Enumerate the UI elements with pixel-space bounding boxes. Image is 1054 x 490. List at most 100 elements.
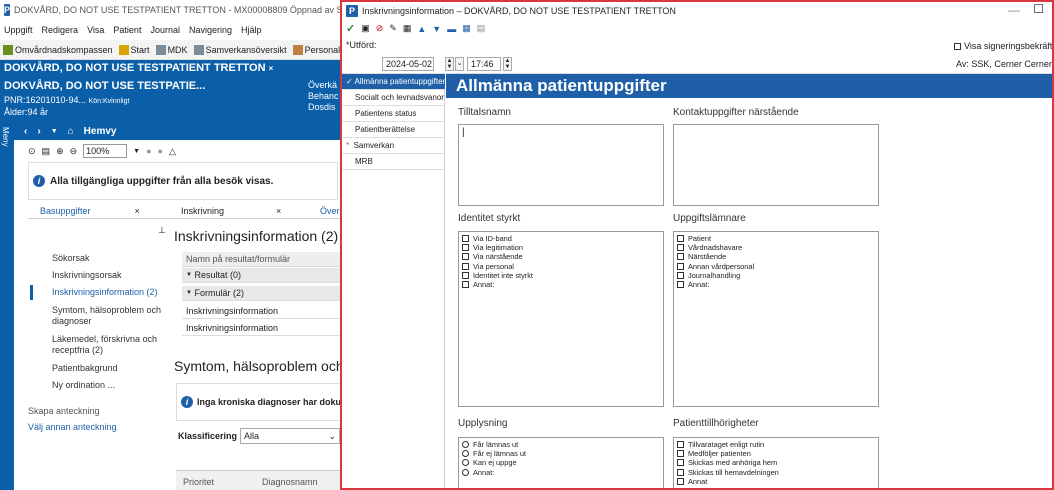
tab-basuppgifter[interactable]: Basuppgifter × <box>40 203 140 219</box>
left-nav-item[interactable]: Patientbakgrund <box>52 363 172 374</box>
checkbox[interactable] <box>677 235 684 243</box>
side-nav-item[interactable]: MRB <box>342 154 445 170</box>
arrow-down-icon[interactable]: ▼ <box>432 24 441 34</box>
home-icon[interactable]: ⌂ <box>68 126 74 137</box>
side-nav-item[interactable]: Patientens status <box>342 106 445 122</box>
menu-navigering[interactable]: Navigering <box>189 25 232 35</box>
calendar-dropdown[interactable]: ⌄ <box>455 57 464 71</box>
left-nav-item[interactable]: Skapa anteckning <box>28 406 148 417</box>
grid-group-formular[interactable]: ▼ Formulär (2) <box>182 286 342 301</box>
option-annan-vardpersonal[interactable]: Annan vårdpersonal <box>674 262 878 271</box>
kontakt-field[interactable] <box>673 124 879 206</box>
dropdown-icon[interactable]: ▼ <box>51 128 58 135</box>
document-icon[interactable]: ▤ <box>477 23 486 34</box>
option-medfoljer[interactable]: Medföljer patienten <box>674 449 878 458</box>
checkbox[interactable] <box>677 441 684 449</box>
grid-icon[interactable]: ▦ <box>462 23 471 34</box>
screen-icon[interactable]: ▬ <box>447 24 456 34</box>
option-inte-styrkt[interactable]: Identitet inte styrkt <box>459 271 663 280</box>
left-nav-item[interactable]: Läkemedel, förskrivna och receptfria (2) <box>52 334 172 356</box>
checkbox[interactable] <box>462 244 469 252</box>
check-icon[interactable]: ✓ <box>346 22 355 35</box>
menu-uppgift[interactable]: Uppgift <box>4 25 33 35</box>
option-vardnadshavare[interactable]: Vårdnadshavare <box>674 243 878 252</box>
date-spinner[interactable]: ▲ ▼ <box>445 57 454 71</box>
option-via-narstaende[interactable]: Via närstående <box>459 252 663 261</box>
chevron-down-icon[interactable]: ▼ <box>133 148 140 155</box>
toolbar-start[interactable]: Start <box>118 44 150 55</box>
radio[interactable] <box>462 441 469 449</box>
meny-strip[interactable] <box>0 123 14 490</box>
menu-patient[interactable]: Patient <box>113 25 141 35</box>
left-nav-item-active[interactable]: Inskrivningsinformation (2) <box>52 287 172 298</box>
warning-icon[interactable]: △ <box>169 146 176 157</box>
nav-home-label[interactable]: Hemvy <box>84 126 117 137</box>
checkbox[interactable] <box>462 281 469 289</box>
menu-redigera[interactable]: Redigera <box>42 25 79 35</box>
close-icon[interactable]: × <box>135 206 140 216</box>
checkbox[interactable] <box>677 271 684 279</box>
option-skickas-hemavdelning[interactable]: Skickas till hemavdelningen <box>674 468 878 477</box>
side-nav-item[interactable]: Socialt och levnadsvanor <box>342 90 445 106</box>
time-spinner[interactable]: ▲ ▼ <box>503 57 512 71</box>
left-nav-item[interactable]: Inskrivningsorsak <box>52 270 172 281</box>
zoom-out-icon[interactable]: ⊖ <box>70 146 78 157</box>
option-annat[interactable]: Annat: <box>674 280 878 289</box>
checkbox[interactable] <box>462 271 469 279</box>
toolbar-samverkan[interactable]: Samverkansöversikt <box>193 44 287 55</box>
option-via-personal[interactable]: Via personal <box>459 262 663 271</box>
tilltalsnamn-field[interactable]: | <box>458 124 664 206</box>
left-nav-link[interactable]: Välj annan anteckning <box>28 422 148 433</box>
checkbox[interactable] <box>677 477 684 485</box>
table-row[interactable]: Inskrivningsinformation <box>182 304 342 319</box>
checkbox[interactable] <box>462 262 469 270</box>
binoculars-icon[interactable]: ⊙ <box>28 146 36 157</box>
calendar-icon[interactable]: ▦ <box>403 23 412 34</box>
left-nav-item[interactable]: Symtom, hälsoproblem och diagnoser <box>52 305 172 327</box>
checkbox[interactable] <box>677 253 684 261</box>
menu-hjalp[interactable]: Hjälp <box>241 25 262 35</box>
option-journalhandling[interactable]: Journalhandling <box>674 271 878 280</box>
checkbox[interactable] <box>677 244 684 252</box>
left-nav-item[interactable]: Sökorsak <box>52 253 172 264</box>
option-annat[interactable]: Annat: <box>459 468 663 477</box>
minimize-icon[interactable]: — <box>1008 3 1020 17</box>
option-annat[interactable]: Annat: <box>459 280 663 289</box>
checkbox[interactable] <box>677 281 684 289</box>
side-nav-item[interactable]: * Samverkan <box>342 138 445 154</box>
zoom-in-icon[interactable]: ⊕ <box>56 146 64 157</box>
maximize-icon[interactable]: ☐ <box>1033 2 1044 16</box>
checkbox[interactable] <box>462 235 469 243</box>
side-nav-item[interactable]: Patientberättelse <box>342 122 445 138</box>
checkbox[interactable] <box>677 450 684 458</box>
cancel-icon[interactable]: ⊘ <box>376 23 384 34</box>
close-icon[interactable]: × <box>276 206 281 216</box>
option-narstaende[interactable]: Närstående <box>674 252 878 261</box>
back-icon[interactable]: ‹ <box>24 126 27 137</box>
radio[interactable] <box>462 450 469 458</box>
option-tillvarataget[interactable]: Tillvarataget enligt rutin <box>674 440 878 449</box>
tab-over[interactable]: Över <box>320 203 340 219</box>
menu-journal[interactable]: Journal <box>150 25 180 35</box>
checkbox[interactable] <box>954 42 961 50</box>
save-icon[interactable]: ▣ <box>361 23 370 34</box>
checkbox[interactable] <box>462 253 469 261</box>
option-far-ej-lamnas-ut[interactable]: Får ej lämnas ut <box>459 449 663 458</box>
circle-icon[interactable]: ● <box>158 146 163 156</box>
checkbox[interactable] <box>677 459 684 467</box>
option-annat[interactable]: Annat <box>674 477 878 486</box>
option-skickas-hem[interactable]: Skickas med anhöriga hem <box>674 458 878 467</box>
forward-icon[interactable]: › <box>37 126 40 137</box>
visa-sign-checkbox[interactable]: Visa signeringsbekräftel <box>954 41 1052 51</box>
option-patient[interactable]: Patient <box>674 234 878 243</box>
checkbox[interactable] <box>677 262 684 270</box>
checkbox[interactable] <box>677 468 684 476</box>
arrow-up-icon[interactable]: ▲ <box>417 24 426 34</box>
table-row[interactable]: Inskrivningsinformation <box>182 321 342 336</box>
menu-visa[interactable]: Visa <box>87 25 104 35</box>
side-nav-item-active[interactable]: ✓ Allmänna patientuppgifter <box>342 74 445 90</box>
close-icon[interactable]: × <box>269 64 274 73</box>
toolbar-mdk[interactable]: MDK <box>155 44 188 55</box>
pin-icon[interactable]: ⊥ <box>158 225 166 236</box>
tools-icon[interactable]: ✎ <box>389 23 397 34</box>
